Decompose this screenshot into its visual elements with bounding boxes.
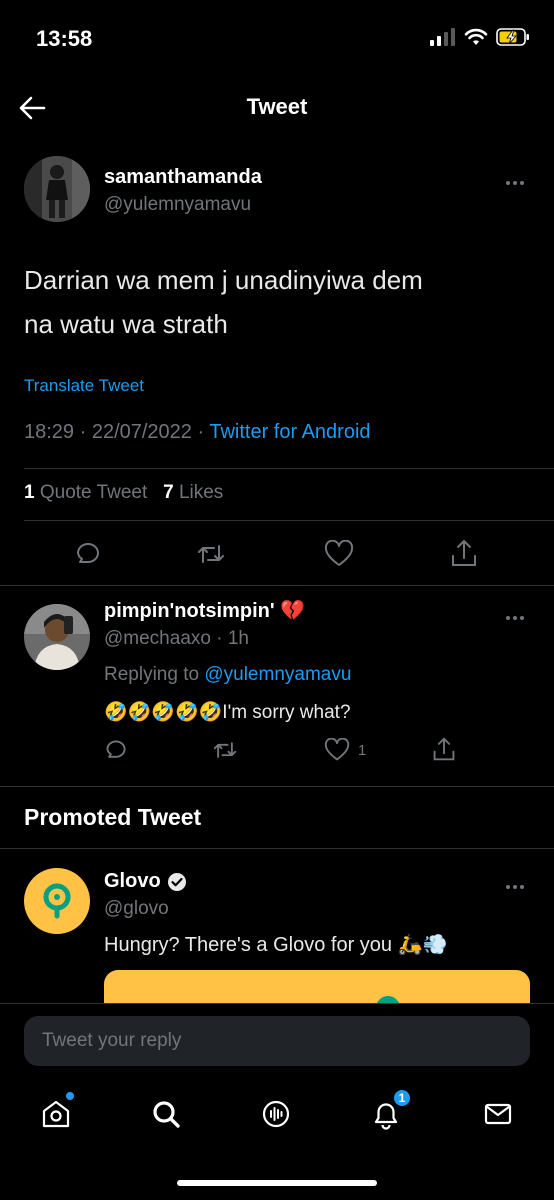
divider: [0, 1003, 554, 1004]
divider: [0, 585, 554, 586]
home-icon: [42, 1100, 70, 1128]
replying-to: Replying to @yulemnyamavu: [104, 664, 351, 686]
more-options-icon[interactable]: [506, 607, 534, 621]
nav-messages[interactable]: [478, 1094, 518, 1134]
reply-author-handle-time[interactable]: @mechaaxo · 1h: [104, 628, 249, 650]
quote-label: Quote Tweet: [39, 482, 148, 503]
promoted-media-card[interactable]: [104, 970, 530, 1004]
home-indicator: [177, 1180, 377, 1186]
author-handle[interactable]: @yulemnyamavu: [104, 194, 251, 216]
reply-text-body: I'm sorry what?: [222, 702, 351, 723]
retweet-icon[interactable]: [196, 540, 226, 568]
reply-input[interactable]: [24, 1016, 530, 1066]
quote-tweets-stat[interactable]: 1 Quote Tweet: [24, 482, 153, 503]
reply-text: 🤣🤣🤣🤣🤣I'm sorry what?: [104, 700, 351, 724]
reply-author-name-row[interactable]: pimpin'notsimpin' 💔: [104, 598, 305, 623]
author-avatar[interactable]: [24, 156, 90, 222]
page-title: Tweet: [246, 94, 308, 119]
wifi-icon: [464, 28, 488, 45]
like-label: Likes: [178, 482, 224, 503]
promoted-section-title: Promoted Tweet: [24, 804, 202, 830]
nav-notifications[interactable]: 1: [366, 1088, 412, 1134]
replying-to-label: Replying to: [104, 664, 200, 685]
translate-tweet-link[interactable]: Translate Tweet: [24, 376, 144, 396]
like-count: 7: [163, 482, 174, 503]
divider: [24, 468, 554, 469]
notifications-badge: 1: [392, 1088, 412, 1108]
quote-count: 1: [24, 482, 35, 503]
reply-emojis: 🤣🤣🤣🤣🤣: [104, 702, 223, 723]
tweet-text-line: Darrian wa mem j unadinyiwa dem: [24, 265, 423, 295]
nav-search[interactable]: [146, 1094, 186, 1134]
share-icon[interactable]: [450, 538, 478, 568]
like-heart-icon[interactable]: [324, 540, 354, 568]
tweet-source-link[interactable]: Twitter for Android: [209, 421, 370, 443]
tweet-text: Darrian wa mem j unadinyiwa dem na watu …: [24, 258, 423, 346]
scooter-dash-emojis: 🛵💨: [397, 934, 448, 956]
tweet-meta: 18:29 · 22/07/2022 · Twitter for Android: [24, 421, 371, 444]
status-icons: [430, 28, 530, 46]
reply-compose-bar[interactable]: [24, 1016, 530, 1066]
reply-like-action[interactable]: 1: [324, 738, 366, 762]
spaces-icon: [262, 1100, 290, 1128]
share-icon[interactable]: [432, 736, 456, 762]
tweet-text-line: na watu wa strath: [24, 309, 228, 339]
verified-badge-icon: [167, 872, 186, 891]
status-time: 13:58: [36, 26, 93, 51]
author-name[interactable]: samanthamanda: [104, 166, 262, 189]
promoted-text: Hungry? There's a Glovo for you 🛵💨: [104, 932, 447, 957]
likes-stat[interactable]: 7 Likes: [163, 482, 223, 503]
search-icon: [153, 1101, 180, 1128]
battery-charging-icon: [496, 28, 529, 46]
reply-author-avatar[interactable]: [24, 604, 90, 670]
glovo-name: Glovo: [104, 870, 161, 892]
reply-like-count: 1: [358, 741, 367, 759]
glovo-avatar[interactable]: [24, 868, 90, 934]
like-heart-icon[interactable]: [324, 738, 350, 762]
promoted-text-body: Hungry? There's a Glovo for you: [104, 934, 393, 956]
reply-icon[interactable]: [104, 738, 128, 762]
reply-author-name: pimpin'notsimpin': [104, 600, 275, 622]
nav-spaces[interactable]: [256, 1094, 296, 1134]
divider: [0, 786, 554, 787]
signal-icon: [430, 28, 455, 46]
nav-home[interactable]: [36, 1092, 76, 1134]
retweet-icon[interactable]: [212, 738, 238, 762]
mail-icon: [484, 1103, 512, 1125]
glovo-logo-icon: [43, 883, 71, 919]
divider: [24, 520, 554, 521]
broken-heart-emoji: 💔: [280, 600, 306, 622]
replying-to-handle[interactable]: @yulemnyamavu: [204, 664, 351, 685]
more-options-icon[interactable]: [506, 172, 534, 186]
tweet-timestamp: 18:29 · 22/07/2022 ·: [24, 421, 205, 443]
more-options-icon[interactable]: [506, 876, 534, 890]
tweet-stats: 1 Quote Tweet 7 Likes: [24, 482, 223, 504]
home-unread-dot: [66, 1092, 74, 1100]
glovo-name-row[interactable]: Glovo: [104, 870, 187, 893]
reply-icon[interactable]: [74, 540, 102, 568]
glovo-handle[interactable]: @glovo: [104, 898, 169, 920]
divider: [0, 848, 554, 849]
